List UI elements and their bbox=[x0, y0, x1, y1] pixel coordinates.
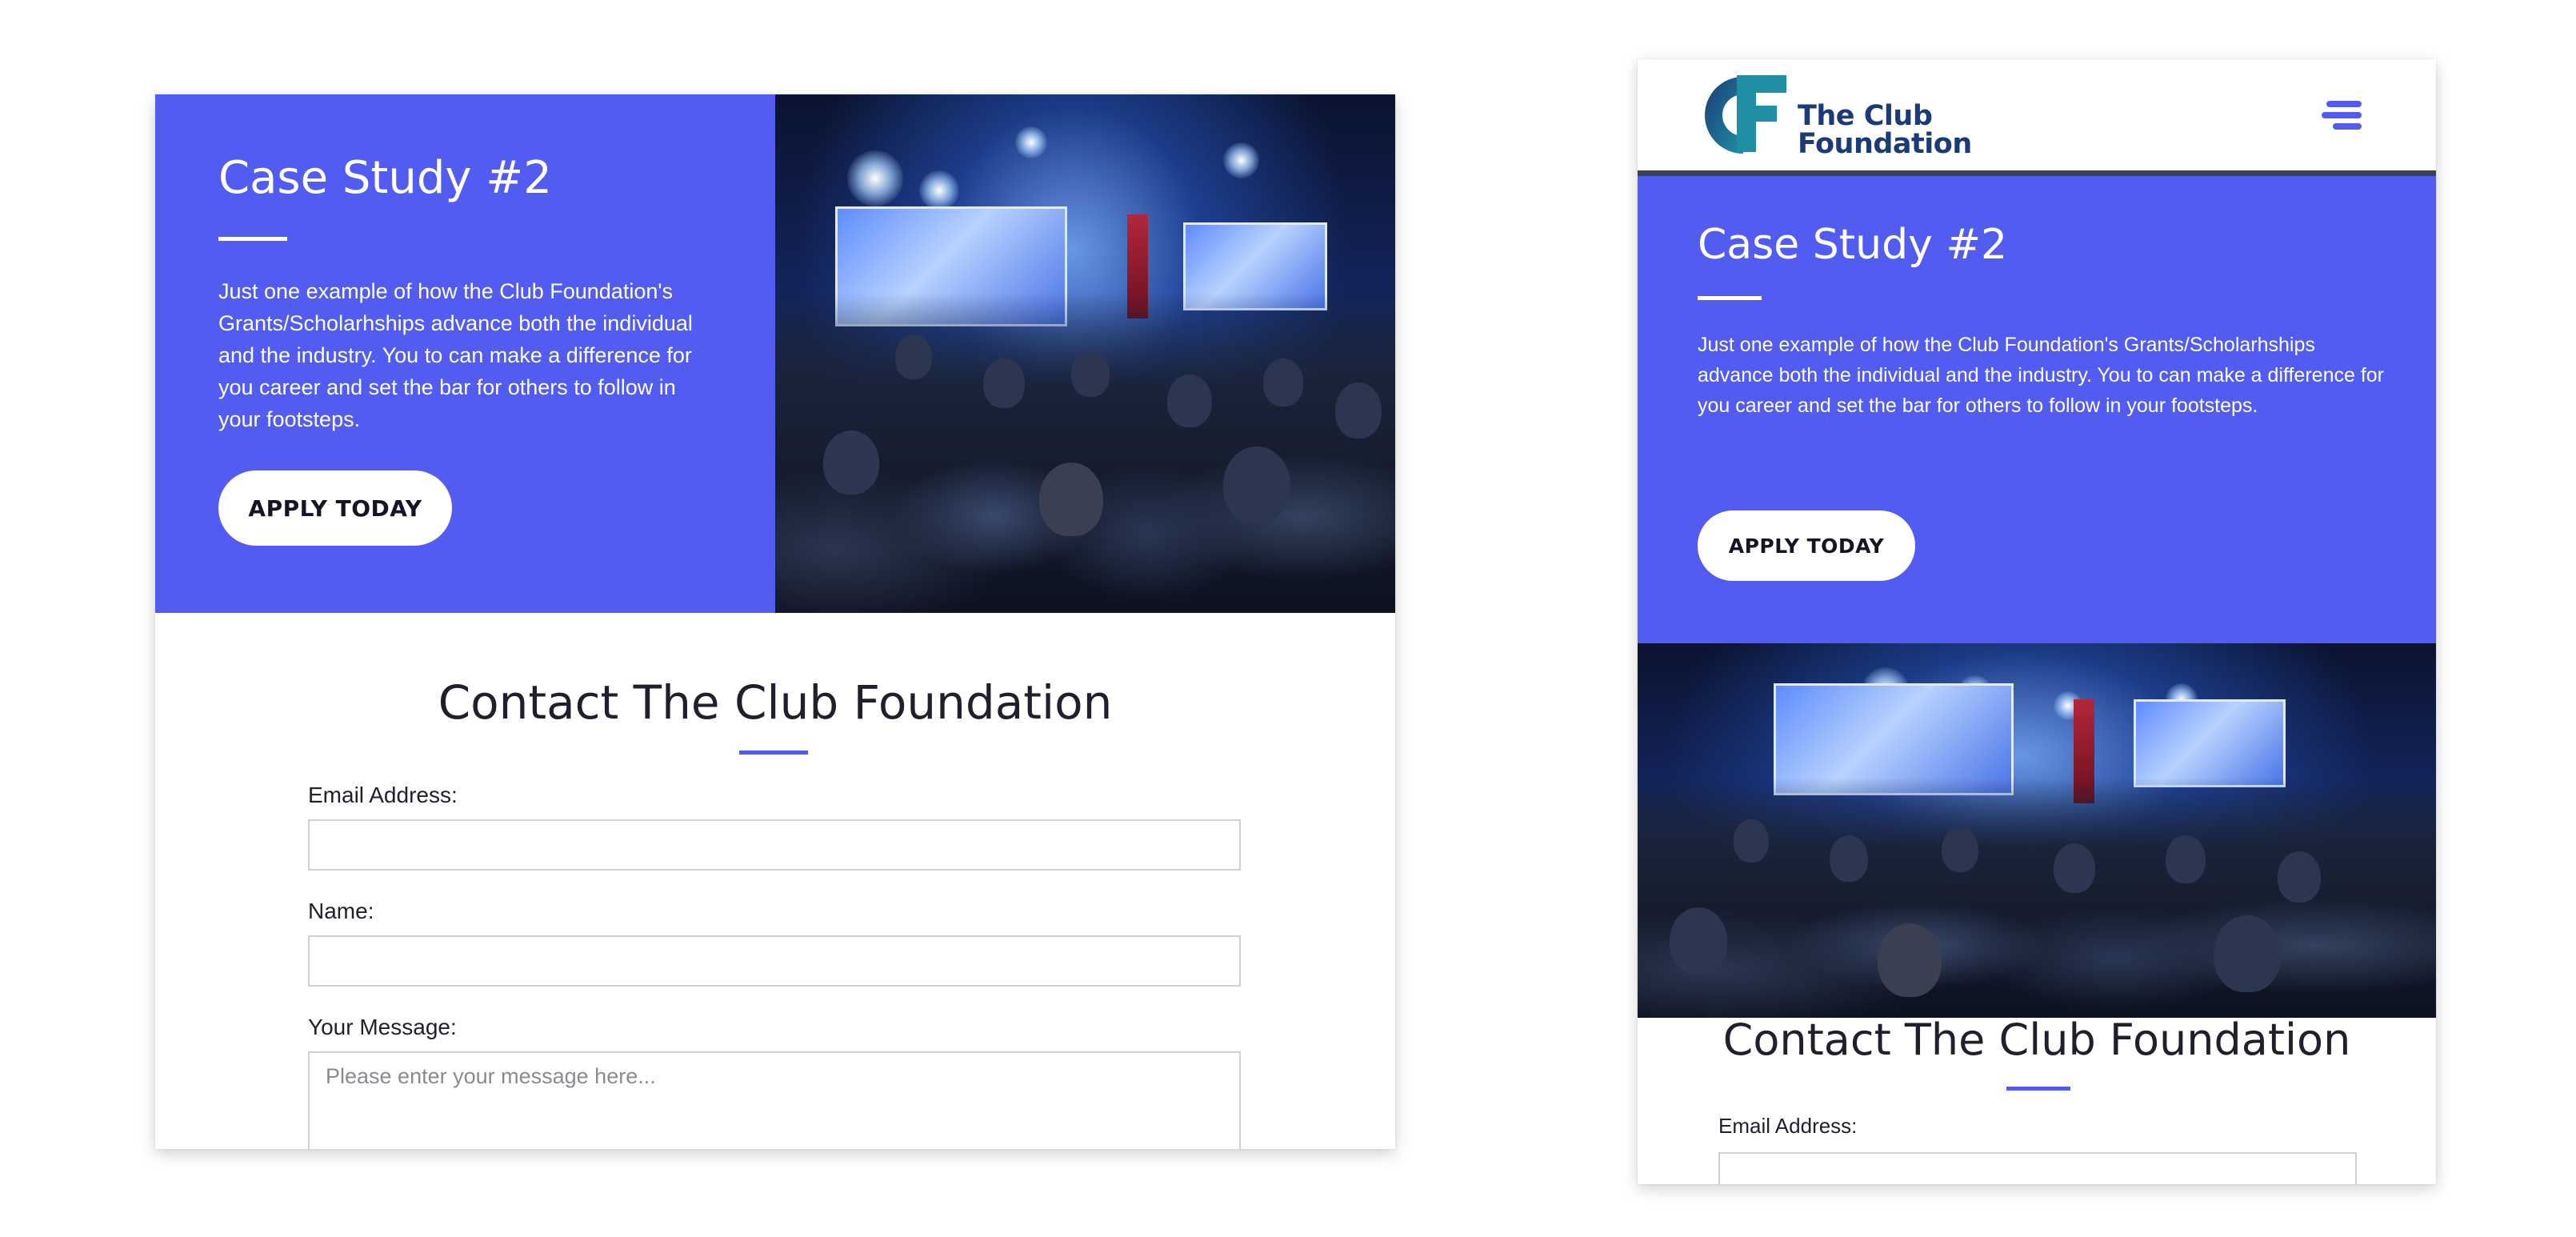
email-label: Email Address: bbox=[1718, 1114, 1858, 1138]
hero-description: Just one example of how the Club Foundat… bbox=[218, 279, 693, 431]
contact-title: Contact The Club Foundation bbox=[438, 675, 1113, 730]
logo-line-1: The Club bbox=[1798, 100, 1933, 132]
email-field[interactable] bbox=[308, 819, 1241, 871]
contact-title-divider bbox=[2006, 1087, 2070, 1091]
club-foundation-logo[interactable]: The Club Foundation bbox=[1697, 70, 1972, 160]
hero-description: Just one example of how the Club Foundat… bbox=[1698, 334, 2384, 417]
mobile-view-frame: The Club Foundation Case Study #2 Just o… bbox=[1638, 59, 2436, 1184]
desktop-view-frame: Case Study #2 Just one example of how th… bbox=[155, 94, 1395, 1149]
site-header: The Club Foundation bbox=[1638, 59, 2436, 176]
name-field[interactable] bbox=[308, 935, 1241, 987]
contact-title-divider bbox=[739, 751, 808, 755]
name-label: Name: bbox=[308, 899, 374, 923]
hero-title: Case Study #2 bbox=[1698, 221, 2008, 269]
cf-logo-mark-icon bbox=[1705, 75, 1786, 154]
logo-wordmark: The Club Foundation bbox=[1798, 102, 1972, 158]
hero-title-divider bbox=[1698, 296, 1762, 300]
case-study-hero: Case Study #2 Just one example of how th… bbox=[1638, 176, 2436, 643]
event-crowd-photo bbox=[775, 94, 1395, 613]
contact-title: Contact The Club Foundation bbox=[1722, 1015, 2351, 1065]
email-field[interactable] bbox=[1718, 1152, 2357, 1184]
email-label: Email Address: bbox=[308, 783, 458, 807]
hamburger-menu-icon[interactable] bbox=[2322, 101, 2362, 130]
logo-line-2: Foundation bbox=[1798, 128, 1972, 160]
message-field[interactable] bbox=[308, 1051, 1241, 1149]
apply-today-button[interactable]: APPLY TODAY bbox=[218, 470, 452, 546]
event-crowd-photo bbox=[1638, 643, 2436, 1018]
hero-title: Case Study #2 bbox=[218, 152, 552, 204]
apply-today-button[interactable]: APPLY TODAY bbox=[1698, 510, 1915, 581]
case-study-hero: Case Study #2 Just one example of how th… bbox=[155, 94, 775, 613]
message-label: Your Message: bbox=[308, 1015, 457, 1039]
hero-title-divider bbox=[218, 237, 287, 241]
